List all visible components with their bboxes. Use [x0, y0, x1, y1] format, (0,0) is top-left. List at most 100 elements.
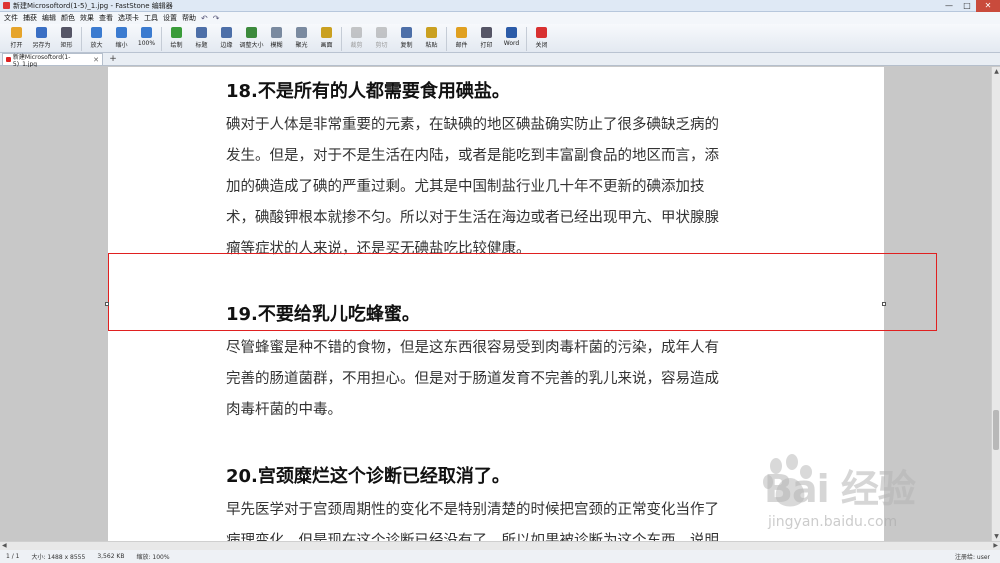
tab-close-icon[interactable]: ✕	[93, 56, 99, 64]
tool-label: 复制	[400, 42, 413, 49]
paragraph-line: 尽管蜂蜜是种不错的食物，但是这东西很容易受到肉毒杆菌的污染，成年人有	[226, 340, 719, 356]
tool-button[interactable]: Word	[499, 24, 524, 53]
tool-label: 聚光	[295, 42, 308, 49]
tool-label: 另存为	[32, 42, 51, 49]
blur-icon	[271, 27, 282, 38]
tool-button[interactable]: 裁剪	[344, 24, 369, 53]
section-heading: 20.宫颈糜烂这个诊断已经取消了。	[226, 466, 510, 487]
horizontal-scrollbar[interactable]: ◀ ▶	[0, 541, 1000, 550]
tool-button[interactable]: 剪切	[369, 24, 394, 53]
watermark-url: jingyan.baidu.com	[768, 514, 898, 530]
tool-button[interactable]: 聚光	[289, 24, 314, 53]
undo-icon[interactable]: ↶	[201, 14, 208, 23]
window-title: 新建Microsoftord(1-5)_1.jpg - FastStone 编辑…	[13, 1, 173, 10]
tool-button[interactable]: 100%	[134, 24, 159, 53]
paragraph-line: 肉毒杆菌的中毒。	[226, 402, 342, 418]
tool-button[interactable]: 放大	[84, 24, 109, 53]
tool-label: 100%	[137, 40, 156, 47]
toolbar-separator	[446, 27, 447, 51]
section-heading: 18.不是所有的人都需要食用碘盐。	[226, 81, 510, 102]
spotlight-icon	[296, 27, 307, 38]
tool-button[interactable]: 邮件	[449, 24, 474, 53]
rect-select-icon	[61, 27, 72, 38]
toolbar-separator	[81, 27, 82, 51]
selection-handle-right[interactable]	[882, 302, 886, 306]
scroll-right-icon[interactable]: ▶	[993, 542, 998, 550]
watermark-text: Bai 经验	[764, 467, 916, 511]
menu-view[interactable]: 查看	[99, 13, 113, 23]
scroll-left-icon[interactable]: ◀	[2, 542, 7, 550]
tool-button[interactable]: 缩小	[109, 24, 134, 53]
image-file-icon	[6, 57, 11, 62]
tool-button[interactable]: 标题	[189, 24, 214, 53]
document-tab-label: 新建Microsoftord(1-5)_1.jpg	[12, 53, 71, 68]
file-size: 3,562 KB	[97, 553, 125, 560]
crop-icon	[351, 27, 362, 38]
paragraph-line: 发生。但是，对于不是生活在内陆，或者是能吃到丰富副食品的地区而言，添	[226, 148, 719, 164]
menu-color[interactable]: 颜色	[61, 13, 75, 23]
baidu-watermark: Bai 经验 jingyan.baidu.com	[760, 452, 1000, 541]
document-tab[interactable]: 新建Microsoftord(1-5)_1.jpg ✕	[2, 53, 103, 68]
tool-label: 打印	[480, 42, 493, 49]
redo-icon[interactable]: ↷	[213, 14, 220, 23]
scroll-thumb[interactable]	[993, 410, 999, 450]
scroll-down-icon[interactable]: ▼	[992, 532, 1000, 541]
menu-settings[interactable]: 设置	[163, 13, 177, 23]
new-tab-button[interactable]: +	[106, 54, 120, 65]
cut-icon	[376, 27, 387, 38]
tool-label: 调整大小	[239, 42, 264, 49]
title-bar: 新建Microsoftord(1-5)_1.jpg - FastStone 编辑…	[0, 0, 1000, 12]
tool-button[interactable]: 画面	[314, 24, 339, 53]
status-bar: 1 / 1 大小: 1488 x 8555 3,562 KB 缩放: 100% …	[0, 550, 1000, 563]
close-window-button[interactable]: ✕	[976, 0, 1000, 12]
tool-button[interactable]: 复制	[394, 24, 419, 53]
tool-label: 打开	[10, 42, 23, 49]
tool-label: 放大	[90, 42, 103, 49]
registered-user: 注册给: user	[954, 554, 990, 561]
menu-tabs[interactable]: 选项卡	[118, 13, 139, 23]
tool-button[interactable]: 关闭	[529, 24, 554, 53]
mail-icon	[456, 27, 467, 38]
tool-button[interactable]: 调整大小	[239, 24, 264, 53]
caption-icon	[196, 27, 207, 38]
tool-button[interactable]: 模糊	[264, 24, 289, 53]
tool-button[interactable]: 绘制	[164, 24, 189, 53]
tool-button[interactable]: 另存为	[29, 24, 54, 53]
menu-help[interactable]: 帮助	[182, 13, 196, 23]
tool-label: 绘制	[170, 42, 183, 49]
maximize-button[interactable]: □	[958, 0, 976, 12]
tab-bar: 新建Microsoftord(1-5)_1.jpg ✕ +	[0, 53, 1000, 68]
paragraph-line: 加的碘造成了碘的严重过剩。尤其是中国制盐行业几十年不更新的碘添加技	[226, 179, 705, 195]
menu-file[interactable]: 文件	[4, 13, 18, 23]
scroll-up-icon[interactable]: ▲	[992, 67, 1000, 76]
tool-label: 模糊	[270, 42, 283, 49]
tool-button[interactable]: 打印	[474, 24, 499, 53]
toolbar: 打开 另存为 矩形 放大 缩小 100% 绘制 标题 边缘 调整大小 模糊 聚光 画面 裁剪 剪切 复制 粘贴 邮…	[0, 24, 1000, 53]
paragraph-line: 完善的肠道菌群，不用担心。但是对于肠道发育不完善的乳儿来说，容易造成	[226, 371, 719, 387]
copy-icon	[401, 27, 412, 38]
open-folder-icon	[11, 27, 22, 38]
tool-button[interactable]: 边缘	[214, 24, 239, 53]
tool-label: 边缘	[220, 42, 233, 49]
menu-edit[interactable]: 编辑	[42, 13, 56, 23]
canvas-icon	[321, 27, 332, 38]
tool-button[interactable]: 矩形	[54, 24, 79, 53]
selection-rectangle[interactable]	[108, 253, 937, 331]
image-canvas[interactable]: 18.不是所有的人都需要食用碘盐。 碘对于人体是非常重要的元素，在缺碘的地区碘盐…	[0, 67, 1000, 541]
menu-effects[interactable]: 效果	[80, 13, 94, 23]
paragraph-line: 病理变化。但是现在这个诊断已经没有了，所以如果被诊断为这个东西，说明	[226, 533, 719, 541]
selection-handle-left[interactable]	[105, 302, 109, 306]
tool-button[interactable]: 打开	[4, 24, 29, 53]
tool-button[interactable]: 粘贴	[419, 24, 444, 53]
paragraph-line: 碘对于人体是非常重要的元素，在缺碘的地区碘盐确实防止了很多碘缺乏病的	[226, 117, 719, 133]
zoom-in-icon	[91, 27, 102, 38]
tool-label: 标题	[195, 42, 208, 49]
vertical-scrollbar[interactable]: ▲ ▼	[991, 67, 1000, 541]
menu-tools[interactable]: 工具	[144, 13, 158, 23]
tool-label: 画面	[320, 42, 333, 49]
minimize-button[interactable]: —	[940, 0, 958, 12]
toolbar-separator	[526, 27, 527, 51]
menu-capture[interactable]: 捕获	[23, 13, 37, 23]
zoom-100-icon	[141, 27, 152, 38]
paste-icon	[426, 27, 437, 38]
